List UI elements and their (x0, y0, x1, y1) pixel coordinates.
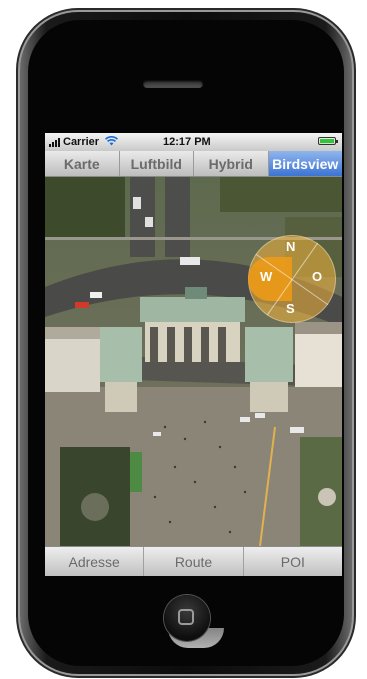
tab-route[interactable]: Route (144, 547, 244, 576)
aerial-photo-brandenburg-gate (45, 177, 342, 546)
carrier-name: Carrier (63, 136, 100, 148)
bottom-toolbar: Adresse Route POI (45, 546, 342, 576)
segment-luftbild[interactable]: Luftbild (120, 151, 194, 176)
aerial-map-view[interactable]: N W O S (45, 177, 342, 546)
map-mode-segmented-control: Karte Luftbild Hybrid Birdsview (45, 151, 342, 177)
segment-birdsview[interactable]: Birdsview (268, 151, 342, 176)
signal-strength-icon (49, 137, 60, 147)
earpiece-speaker (143, 80, 203, 88)
status-time: 12:17 PM (163, 136, 211, 148)
segment-karte[interactable]: Karte (45, 151, 120, 176)
segment-hybrid[interactable]: Hybrid (194, 151, 269, 176)
battery-level (320, 139, 334, 143)
tab-poi[interactable]: POI (244, 547, 342, 576)
home-button[interactable] (164, 595, 210, 641)
home-square-icon (178, 609, 194, 625)
compass-east-label: O (312, 269, 323, 284)
tab-adresse[interactable]: Adresse (45, 547, 145, 576)
compass-west-label: W (260, 269, 273, 284)
status-bar: Carrier 12:17 PM (45, 133, 342, 151)
compass-south-label: S (286, 301, 295, 316)
battery-icon (318, 137, 338, 145)
phone-screen: Carrier 12:17 PM Karte Luftbild Hybrid B… (45, 133, 342, 576)
wifi-icon (105, 135, 119, 149)
compass-control[interactable]: N W O S (248, 235, 336, 323)
compass-north-label: N (286, 239, 296, 254)
